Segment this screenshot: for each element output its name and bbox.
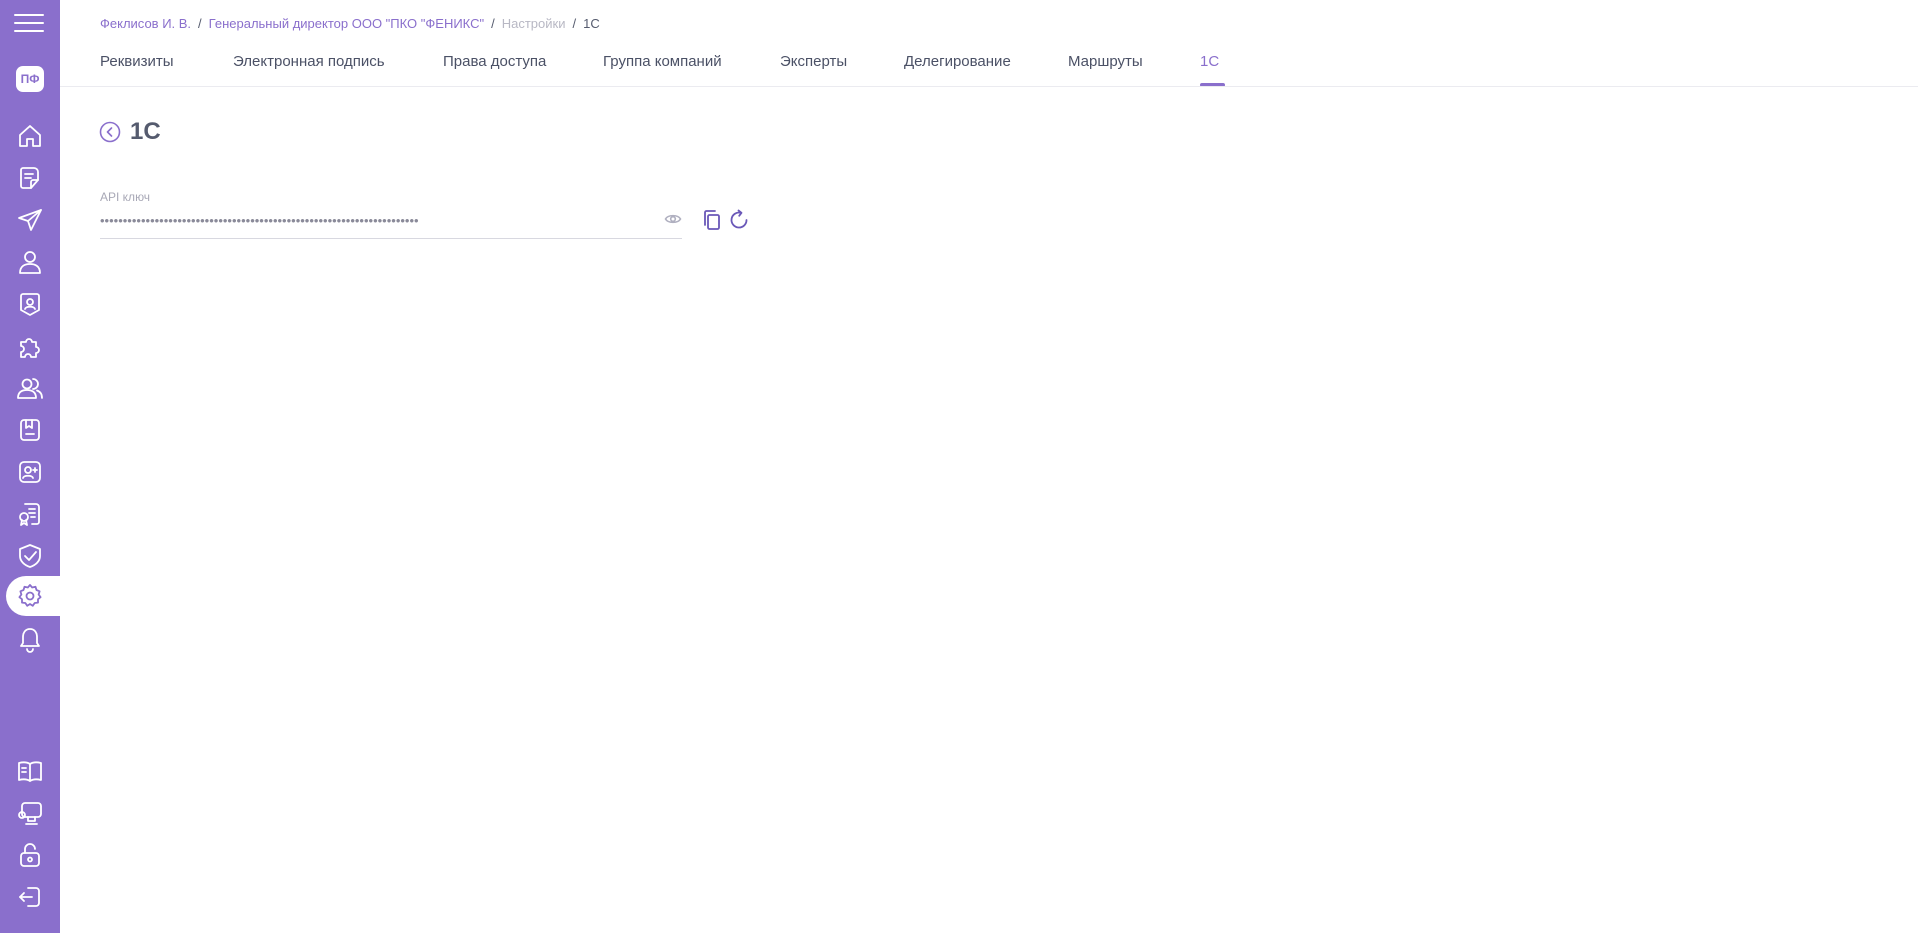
api-key-label: API ключ	[100, 190, 151, 204]
send-icon	[18, 209, 42, 231]
user-icon	[19, 251, 41, 274]
document-icon	[20, 167, 39, 189]
tab-experts[interactable]: Эксперты	[780, 53, 847, 87]
book-icon	[18, 761, 42, 782]
breadcrumb-settings[interactable]: Настройки	[502, 16, 566, 31]
tab-label: Маршруты	[1068, 53, 1143, 70]
tab-label: Эксперты	[780, 53, 848, 70]
tab-access-rights[interactable]: Права доступа	[443, 53, 546, 87]
tab-electronic-signature[interactable]: Электронная подпись	[233, 53, 385, 87]
show-password-button[interactable]	[664, 210, 682, 228]
tab-label: Реквизиты	[100, 53, 174, 70]
tab-company-group[interactable]: Группа компаний	[603, 53, 722, 87]
sidebar-item-help[interactable]	[6, 751, 60, 791]
breadcrumb-current: 1С	[583, 16, 600, 31]
eye-icon	[664, 214, 682, 224]
breadcrumb-user[interactable]: Феклисов И. В.	[100, 16, 191, 31]
refresh-icon	[730, 209, 748, 229]
logout-icon	[19, 887, 40, 907]
breadcrumb-separator: /	[491, 16, 495, 31]
tab-delegation[interactable]: Делегирование	[904, 53, 1011, 87]
puzzle-icon	[20, 338, 40, 358]
shield-check-icon	[19, 544, 41, 568]
page-title: 1С	[130, 118, 161, 145]
chevron-left-circle-icon	[99, 121, 121, 143]
sidebar-item-support[interactable]	[6, 793, 60, 833]
sidebar-item-home[interactable]	[6, 116, 60, 156]
copy-button[interactable]	[700, 208, 724, 232]
sidebar-item-security[interactable]	[6, 536, 60, 576]
unlock-icon	[20, 843, 40, 867]
api-key-field	[100, 208, 682, 239]
badge-icon	[20, 293, 40, 316]
copy-icon	[704, 210, 720, 230]
tab-label: Делегирование	[904, 53, 1011, 70]
sidebar-item-profile[interactable]	[6, 242, 60, 282]
add-user-icon	[19, 461, 41, 483]
breadcrumb-company[interactable]: Генеральный директор ООО "ПКО "ФЕНИКС"	[209, 16, 484, 31]
sidebar-item-certificates[interactable]	[6, 494, 60, 534]
api-key-input[interactable]	[100, 208, 620, 232]
sidebar-item-badge[interactable]	[6, 284, 60, 324]
sidebar-item-settings[interactable]	[6, 576, 60, 616]
sidebar-item-documents[interactable]	[6, 158, 60, 198]
home-icon	[19, 125, 41, 147]
tab-label: Группа компаний	[603, 53, 722, 70]
avatar[interactable]: ПФ	[16, 66, 44, 92]
breadcrumb-separator: /	[572, 16, 577, 31]
sidebar: ПФ	[0, 0, 60, 933]
gear-icon	[18, 584, 42, 607]
tab-routes[interactable]: Маршруты	[1068, 53, 1143, 87]
tab-label: Права доступа	[443, 53, 547, 70]
sidebar-item-journal[interactable]	[6, 410, 60, 450]
sidebar-item-notifications[interactable]	[6, 620, 60, 660]
sidebar-item-logout[interactable]	[6, 877, 60, 917]
tab-1c[interactable]: 1С	[1200, 53, 1226, 87]
regenerate-button[interactable]	[727, 208, 751, 232]
certificate-icon	[19, 503, 40, 526]
tab-label: 1С	[1200, 53, 1220, 70]
tabs-divider	[60, 86, 1918, 87]
sidebar-item-users[interactable]	[6, 368, 60, 408]
breadcrumb: Феклисов И. В. / Генеральный директор ООО …	[100, 16, 600, 31]
sidebar-item-integrations[interactable]	[6, 326, 60, 366]
monitor-icon	[18, 802, 42, 825]
sidebar-item-unlock[interactable]	[6, 835, 60, 875]
users-icon	[17, 378, 43, 399]
menu-icon[interactable]	[14, 12, 44, 34]
breadcrumb-separator: /	[198, 16, 202, 31]
bookmark-icon	[20, 419, 40, 441]
sidebar-item-send[interactable]	[6, 200, 60, 240]
tab-requisites[interactable]: Реквизиты	[100, 53, 174, 87]
sidebar-item-add-user[interactable]	[6, 452, 60, 492]
tab-label: Электронная подпись	[233, 53, 385, 70]
bell-icon	[20, 628, 40, 653]
back-button[interactable]	[99, 121, 121, 143]
